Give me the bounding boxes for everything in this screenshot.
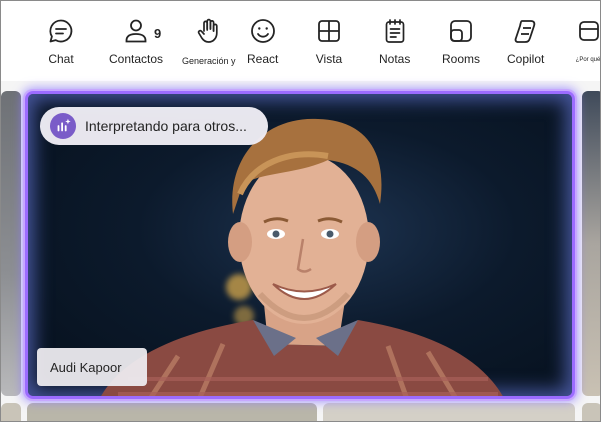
copilot-label: Copilot (507, 52, 545, 66)
interpreting-label: Interpretando para otros... (85, 118, 247, 134)
people-icon: 9 (121, 15, 161, 47)
more-label: ¿Por qué (575, 57, 601, 63)
view-button[interactable]: Vista (314, 15, 344, 66)
meeting-window: Chat 9 Contactos Generación y React Vist… (0, 0, 601, 422)
raise-hand-label: Generación y (182, 56, 236, 66)
react-button[interactable]: React (247, 15, 278, 66)
video-stage: Interpretando para otros... Audi Kapoor (1, 81, 600, 421)
copilot-icon (511, 15, 541, 47)
rooms-icon (446, 15, 476, 47)
more-button[interactable]: ¿Por qué (573, 15, 601, 63)
react-label: React (247, 52, 279, 66)
view-grid-icon (314, 15, 344, 47)
chat-button[interactable]: Chat (46, 15, 76, 66)
people-button[interactable]: 9 Contactos (109, 15, 163, 66)
raise-hand-icon (194, 15, 224, 47)
emoji-icon (248, 15, 278, 47)
interpreting-indicator: Interpretando para otros... (40, 107, 268, 145)
participant-tile-bottom[interactable] (1, 403, 21, 421)
participant-tile-bottom[interactable] (27, 403, 317, 421)
rooms-label: Rooms (442, 52, 481, 66)
more-icon (573, 15, 600, 47)
participant-name-tag: Audi Kapoor (37, 348, 147, 386)
chat-icon (46, 15, 76, 47)
participant-tile-left[interactable] (1, 91, 21, 396)
notes-icon (380, 15, 410, 47)
notes-label: Notas (379, 52, 411, 66)
participant-count: 9 (154, 26, 162, 41)
copilot-button[interactable]: Copilot (507, 15, 544, 66)
participant-name: Audi Kapoor (50, 359, 122, 375)
rooms-button[interactable]: Rooms (442, 15, 480, 66)
interpreter-sparkle-icon (50, 113, 76, 139)
notes-button[interactable]: Notas (379, 15, 410, 66)
meeting-toolbar: Chat 9 Contactos Generación y React Vist… (1, 1, 601, 81)
participant-tile-bottom[interactable] (582, 403, 600, 421)
active-speaker-tile[interactable]: Interpretando para otros... Audi Kapoor (25, 91, 575, 399)
view-label: Vista (315, 52, 343, 66)
raise-hand-button[interactable]: Generación y (182, 15, 236, 66)
participant-tile-right[interactable] (582, 91, 600, 396)
chat-label: Chat (48, 52, 74, 66)
people-label: Contactos (109, 52, 164, 66)
participant-tile-bottom[interactable] (323, 403, 575, 421)
